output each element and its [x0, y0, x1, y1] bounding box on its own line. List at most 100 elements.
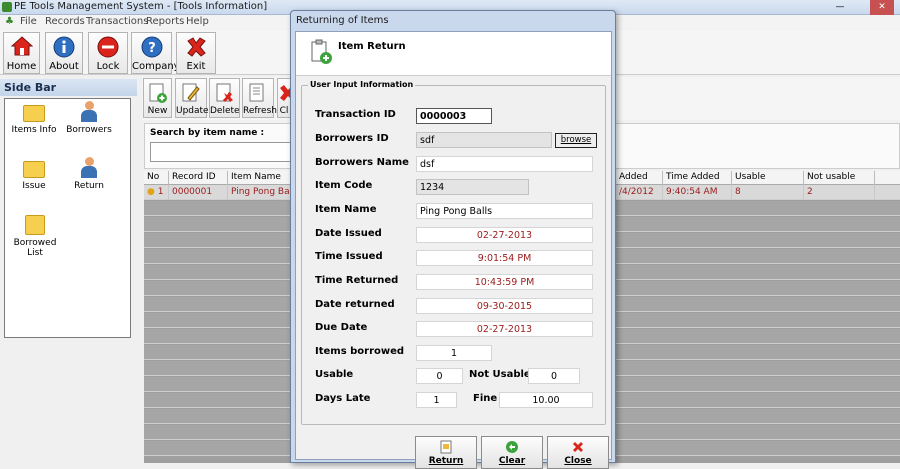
date-issued-label: Date Issued [315, 228, 382, 239]
days-late-label: Days Late [315, 393, 371, 404]
company-label: Company [132, 61, 180, 72]
column-header[interactable]: Added [616, 171, 663, 185]
item-code-field: 1234 [416, 179, 529, 195]
column-header[interactable]: Record ID [169, 171, 228, 185]
borrowers-id-label: Borrowers ID [315, 133, 389, 144]
item-name-field[interactable]: Ping Pong Balls [416, 203, 593, 219]
exit-button[interactable]: Exit [176, 32, 216, 74]
edit-icon [182, 83, 200, 102]
borrowers-name-label: Borrowers Name [315, 157, 409, 168]
menu-records[interactable]: Records [45, 16, 85, 27]
close-button[interactable]: Close [547, 436, 609, 469]
sidebar-item-borrowers[interactable]: Borrowers [62, 101, 116, 135]
menu-transactions[interactable]: Transactions [86, 16, 148, 27]
search-input[interactable] [150, 142, 293, 162]
items-borrowed-label: Items borrowed [315, 346, 405, 357]
about-label: About [49, 61, 79, 72]
dialog-body: Item Return User Input Information Trans… [295, 31, 612, 469]
exit-label: Exit [186, 61, 206, 72]
clipboard-add-icon [311, 39, 332, 64]
browse-button[interactable]: browse [555, 133, 597, 148]
dialog-header: Item Return [296, 32, 611, 76]
due-date-label: Due Date [315, 322, 368, 333]
sidebar-item-return[interactable]: Return [62, 157, 116, 191]
update-button[interactable]: Update [175, 78, 209, 118]
lock-label: Lock [96, 61, 120, 72]
date-issued-field: 02-27-2013 [416, 227, 593, 243]
home-icon [10, 36, 33, 56]
sidebar-panel: Items Info Borrowers Issue Return Borrow… [4, 98, 131, 338]
cell-not-usable: 2 [804, 185, 875, 200]
return-label: Return [428, 456, 464, 466]
stop-icon [97, 36, 119, 58]
column-header[interactable]: No [144, 171, 169, 185]
column-header[interactable]: Time Added [663, 171, 732, 185]
time-issued-field: 9:01:54 PM [416, 250, 593, 266]
days-late-field: 1 [416, 392, 457, 408]
column-header[interactable]: Item Name [228, 171, 294, 185]
sidebar-item-borrowed-list[interactable]: Borrowed List [6, 215, 64, 258]
folder-icon [23, 105, 45, 122]
red-x-icon [187, 37, 206, 57]
refresh-label: Refresh [243, 106, 277, 116]
cell-usable: 8 [732, 185, 804, 200]
items-borrowed-field[interactable]: 1 [416, 345, 492, 361]
date-returned-field: 09-30-2015 [416, 298, 593, 314]
return-icon [440, 440, 452, 454]
clear-icon [506, 441, 518, 453]
item-code-label: Item Code [315, 180, 373, 191]
clear-label: Clear [498, 456, 526, 466]
refresh-icon [249, 83, 264, 102]
home-label: Home [6, 61, 37, 72]
dialog-heading: Item Return [338, 41, 406, 52]
date-returned-label: Date returned [315, 299, 395, 310]
row-pointer-icon: ● [147, 187, 155, 197]
time-returned-field: 10:43:59 PM [416, 274, 593, 290]
cell-time-added: 9:40:54 AM [663, 185, 732, 200]
not-usable-label: Not Usable [469, 369, 531, 380]
sidebar-title: Side Bar [0, 79, 137, 96]
close-window-button[interactable]: ✕ [870, 0, 894, 15]
search-label: Search by item name : [150, 128, 265, 138]
new-button[interactable]: New [143, 78, 172, 118]
menu-app-icon: ♣ [5, 16, 14, 27]
company-button[interactable]: ? Company [131, 32, 180, 74]
fine-label: Fine [473, 393, 498, 404]
home-button[interactable]: Home [3, 32, 40, 74]
usable-field[interactable]: 0 [416, 368, 463, 384]
transaction-id-field[interactable]: 0000003 [416, 108, 492, 124]
person-return-icon [79, 157, 99, 179]
sidebar-item-label: Items Info [11, 125, 57, 135]
sidebar-item-issue[interactable]: Issue [7, 161, 61, 191]
sidebar-item-label: Return [74, 181, 104, 191]
delete-button[interactable]: Delete [209, 78, 240, 118]
transaction-id-label: Transaction ID [315, 109, 396, 120]
close-label: Close [564, 456, 592, 466]
update-label: Update [176, 106, 209, 116]
list-icon [25, 215, 45, 235]
sidebar-item-label: Issue [22, 181, 46, 191]
menu-reports[interactable]: Reports [146, 16, 184, 27]
clear-button[interactable]: Clear [481, 436, 543, 469]
menu-file[interactable]: File [20, 16, 37, 27]
person-icon [79, 101, 99, 123]
close-icon [573, 442, 583, 452]
menu-help[interactable]: Help [186, 16, 209, 27]
info-icon [53, 36, 75, 58]
fine-field: 10.00 [499, 392, 593, 408]
borrowers-name-field[interactable]: dsf [416, 156, 593, 172]
delete-icon [216, 83, 233, 102]
return-dialog: Returning of Items Item Return User Inpu… [290, 10, 616, 469]
refresh-button[interactable]: Refresh [242, 78, 277, 118]
close-tools-button[interactable]: Cl [277, 78, 291, 118]
column-header[interactable]: Usable [732, 171, 804, 185]
minimize-button[interactable]: — [828, 0, 852, 15]
close-tools-label: Cl [279, 106, 289, 116]
return-button[interactable]: Return [415, 436, 477, 469]
sidebar-item-items-info[interactable]: Items Info [7, 105, 61, 135]
lock-button[interactable]: Lock [88, 32, 128, 74]
about-button[interactable]: About [45, 32, 83, 74]
new-document-icon [149, 83, 167, 103]
not-usable-field[interactable]: 0 [528, 368, 580, 384]
column-header[interactable]: Not usable [804, 171, 875, 185]
